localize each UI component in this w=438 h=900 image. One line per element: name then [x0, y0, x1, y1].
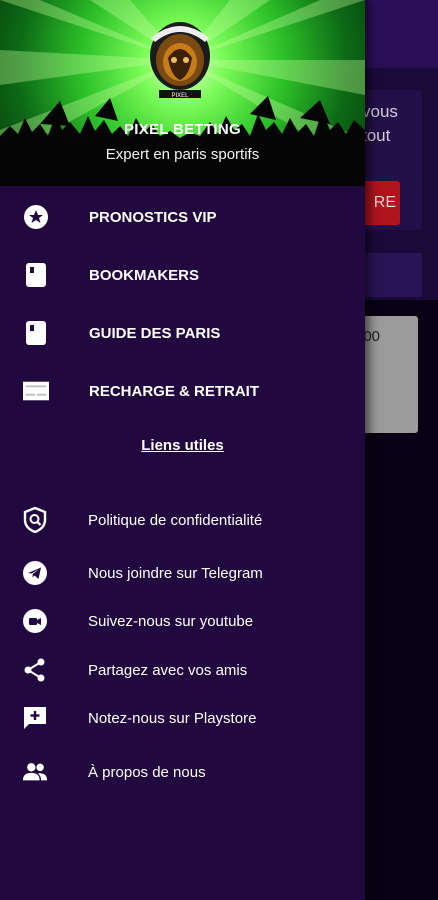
menu-item-label: RECHARGE & RETRAIT: [89, 382, 260, 400]
link-label: Suivez-nous sur youtube: [88, 612, 254, 630]
book-icon: [23, 320, 49, 346]
telegram-icon: [22, 560, 48, 586]
crowd-silhouette: [0, 96, 365, 186]
link-youtube[interactable]: Suivez-nous sur youtube: [0, 597, 365, 645]
book-icon: [23, 262, 49, 288]
menu-item-pronostics-vip[interactable]: PRONOSTICS VIP: [0, 188, 365, 246]
link-rate-playstore[interactable]: Notez-nous sur Playstore: [0, 694, 365, 742]
link-share[interactable]: Partagez avec vos amis: [0, 646, 365, 694]
app-title: PIXEL BETTING: [124, 121, 241, 138]
drawer-header: PIXEL PIXEL BETTING Expert en paris spor…: [0, 0, 365, 186]
share-icon: [22, 657, 48, 683]
menu-item-label: GUIDE DES PARIS: [89, 324, 221, 342]
link-telegram[interactable]: Nous joindre sur Telegram: [0, 549, 365, 597]
logo-text: PIXEL: [171, 93, 189, 99]
link-label: Politique de confidentialité: [88, 511, 263, 529]
background-text: vous tout: [362, 100, 438, 148]
link-label: Partagez avec vos amis: [88, 661, 248, 679]
background-text-line: vous: [362, 102, 398, 121]
link-label: À propos de nous: [88, 763, 206, 781]
video-chat-icon: [22, 608, 48, 634]
link-label: Notez-nous sur Playstore: [88, 709, 257, 727]
menu-item-guide-des-paris[interactable]: GUIDE DES PARIS: [0, 304, 365, 362]
app-logo: PIXEL: [150, 22, 210, 99]
menu-item-bookmakers[interactable]: BOOKMAKERS: [0, 246, 365, 304]
people-icon: [22, 759, 48, 785]
link-privacy-policy[interactable]: Politique de confidentialité: [0, 496, 365, 544]
star-circle-icon: [23, 204, 49, 230]
link-about-us[interactable]: À propos de nous: [0, 748, 365, 796]
app-subtitle: Expert en paris sportifs: [105, 146, 260, 163]
navigation-drawer: PIXEL PIXEL BETTING Expert en paris spor…: [0, 0, 365, 900]
menu-item-recharge-retrait[interactable]: RECHARGE & RETRAIT: [0, 362, 365, 420]
shield-search-icon: [22, 507, 48, 533]
card-icon: [23, 378, 49, 404]
menu-item-label: BOOKMAKERS: [89, 266, 200, 284]
link-label: Nous joindre sur Telegram: [88, 564, 263, 582]
background-text-line: tout: [362, 126, 391, 145]
rate-review-icon: [22, 705, 48, 731]
menu-item-label: PRONOSTICS VIP: [89, 208, 217, 226]
useful-links-heading[interactable]: Liens utiles: [0, 437, 365, 454]
